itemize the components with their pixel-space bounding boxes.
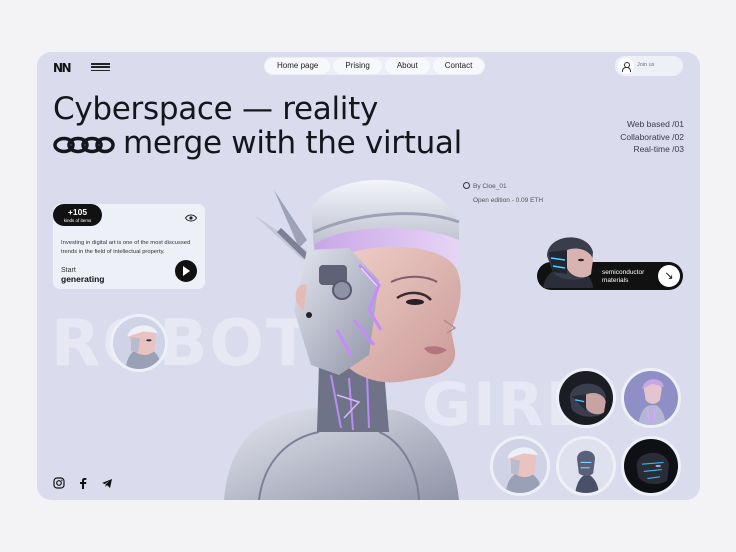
start-action: generating xyxy=(61,274,105,284)
feature-web-based: Web based /01 xyxy=(626,119,684,129)
nav-contact[interactable]: Contact xyxy=(432,58,485,74)
feature-collaborative: Collaborative /02 xyxy=(620,131,684,142)
brand-logo[interactable]: NN xyxy=(53,61,72,75)
start-generating[interactable]: Start generating xyxy=(61,267,104,283)
main-frame: NN Home page Prising About Contact Join … xyxy=(37,52,700,500)
title-line-2-wrap: merge with the virtual xyxy=(53,126,462,160)
instagram-icon[interactable] xyxy=(53,477,65,489)
feature-real-time: Real-time /03 xyxy=(633,144,684,154)
items-count-badge: +105 kinds of items xyxy=(53,204,102,226)
telegram-icon[interactable] xyxy=(101,477,113,489)
semiconductor-line-2: materials xyxy=(602,277,629,284)
nft-byline: By Cloe_01 Open edition - 0.09 ETH xyxy=(463,182,543,204)
arrow-down-right-icon[interactable]: ↘ xyxy=(658,265,680,287)
facebook-icon[interactable] xyxy=(77,477,89,489)
avatar-robot-purple[interactable] xyxy=(621,368,681,428)
chain-icon xyxy=(53,136,115,154)
semiconductor-robot-image xyxy=(537,228,597,288)
avatar-robot-white[interactable] xyxy=(110,314,168,372)
nav-pricing[interactable]: Prising xyxy=(333,58,382,74)
avatar-robot-dark-2[interactable] xyxy=(621,436,681,496)
items-count-label: kinds of items xyxy=(63,218,92,223)
join-label: Join us xyxy=(637,62,655,68)
semiconductor-line-1: semiconductor xyxy=(602,269,645,276)
join-button[interactable]: Join us xyxy=(615,56,683,76)
avatar-robot-dark-1[interactable] xyxy=(556,368,616,428)
title-line-2: merge with the virtual xyxy=(123,125,462,161)
main-nav: Home page Prising About Contact xyxy=(264,57,486,75)
nav-about[interactable]: About xyxy=(384,58,430,74)
avatar-robot-white-2[interactable] xyxy=(490,436,550,496)
check-icon xyxy=(463,182,470,189)
info-card: +105 kinds of items Investing in digital… xyxy=(53,204,205,289)
feature-list: Web based /01 Collaborative /02 Real-tim… xyxy=(620,118,684,156)
start-label: Start xyxy=(61,267,76,274)
semiconductor-label: semiconductor materials xyxy=(602,269,644,285)
edition-price: Open edition - 0.09 ETH xyxy=(473,197,544,204)
title-line-1: Cyberspace — reality xyxy=(53,91,378,127)
robot-girl-illustration xyxy=(224,179,461,500)
card-description: Investing in digital art is one of the m… xyxy=(61,240,191,255)
avatar-robot-blue[interactable] xyxy=(556,436,616,496)
page-title: Cyberspace — reality merge with the virt… xyxy=(53,92,462,160)
author-name[interactable]: By Cloe_01 xyxy=(473,183,507,190)
menu-icon[interactable] xyxy=(91,63,110,72)
nav-home[interactable]: Home page xyxy=(265,58,331,74)
user-icon xyxy=(618,58,634,74)
social-links xyxy=(53,477,113,489)
eye-icon[interactable] xyxy=(185,214,197,222)
items-count: +105 xyxy=(67,207,88,217)
play-button[interactable] xyxy=(175,260,197,282)
